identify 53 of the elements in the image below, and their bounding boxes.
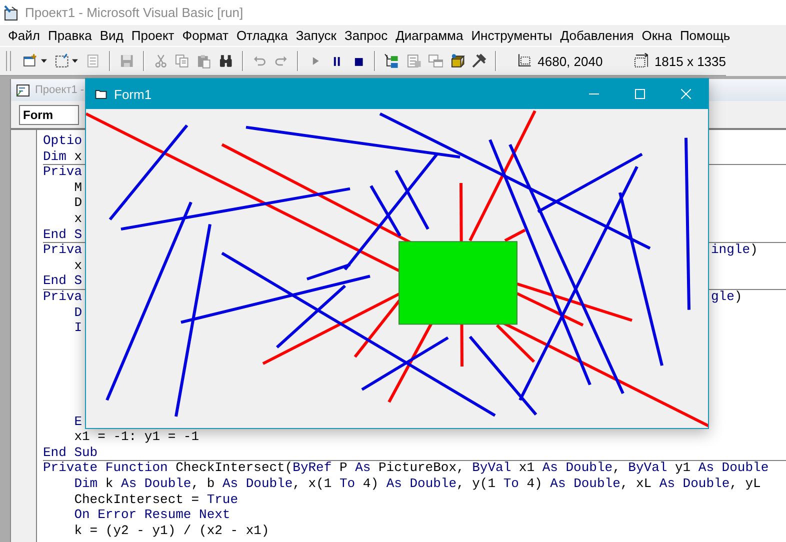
menu-item[interactable]: Файл: [4, 28, 44, 43]
code-line: E: [74, 414, 82, 429]
form-title: Form1: [114, 86, 152, 102]
code-line: D: [74, 304, 82, 320]
code-line: ingle): [711, 242, 758, 258]
caret-icon[interactable]: [72, 59, 78, 63]
binoculars-icon[interactable]: [218, 53, 234, 69]
code-line: On Error Resume Next: [74, 507, 230, 522]
menu-item[interactable]: Окна: [638, 28, 676, 43]
size-icon: [632, 53, 648, 69]
caret-icon[interactable]: [40, 59, 47, 63]
code-line: I: [74, 320, 82, 336]
close-icon[interactable]: [681, 89, 691, 99]
menu-item[interactable]: Добавления: [556, 28, 638, 43]
code-line: x: [74, 210, 82, 226]
code-line: Dim x: [43, 148, 82, 164]
cube-icon[interactable]: [449, 53, 466, 69]
code-line: M: [74, 180, 82, 195]
code-line: Priva: [43, 164, 82, 180]
window-title: Проект1 - Microsoft Visual Basic [run]: [25, 5, 244, 20]
menu-item[interactable]: Отладка: [232, 28, 292, 43]
code-line: End S: [43, 273, 82, 288]
position-readout: 4680, 2040: [538, 54, 603, 68]
code-line: Priva: [43, 242, 82, 258]
code-line: k = (y2 - y1) / (x2 - x1): [74, 522, 270, 538]
maximize-icon[interactable]: [635, 89, 645, 99]
code-line: CheckIntersect = True: [74, 492, 238, 507]
menu-item[interactable]: Диаграмма: [392, 28, 468, 43]
menu-item[interactable]: Проект: [127, 28, 178, 43]
size-readout: 1815 x 1335: [654, 54, 726, 68]
code-window-title: Проект1 -: [35, 84, 84, 96]
code-line: gle): [711, 288, 742, 305]
window-plus-icon[interactable]: [22, 53, 38, 69]
menu-item[interactable]: Правка: [44, 28, 96, 43]
menu-item[interactable]: Вид: [96, 28, 128, 43]
code-line: Priva: [43, 288, 82, 304]
code-line: x1 = -1: y1 = -1: [74, 429, 200, 444]
menu-item[interactable]: Инструменты: [467, 28, 556, 43]
menu-item[interactable]: Запуск: [292, 28, 340, 43]
code-line: D: [74, 195, 82, 210]
menu-item[interactable]: Запрос: [340, 28, 392, 43]
menu-item[interactable]: Формат: [178, 28, 232, 43]
code-line: Optio: [43, 133, 82, 148]
code-line: Dim k As Double, b As Double, x(1 To 4) As Double, y(1 To 4) As Double, xL As Double, yL: [74, 476, 761, 492]
menu-item[interactable]: Помощь: [676, 28, 734, 43]
code-line: Private Function CheckIntersect(ByRef P As PictureBox, ByVal x1 As Double, ByVal y1 As Double: [43, 460, 769, 476]
code-window-icon: [15, 82, 31, 98]
object-dropdown[interactable]: Form: [19, 104, 79, 124]
code-line: End Sub: [43, 444, 98, 460]
tree-icon[interactable]: [384, 53, 400, 69]
code-line: x: [74, 258, 82, 273]
position-icon: [516, 53, 532, 69]
code-line: End S: [43, 226, 82, 242]
